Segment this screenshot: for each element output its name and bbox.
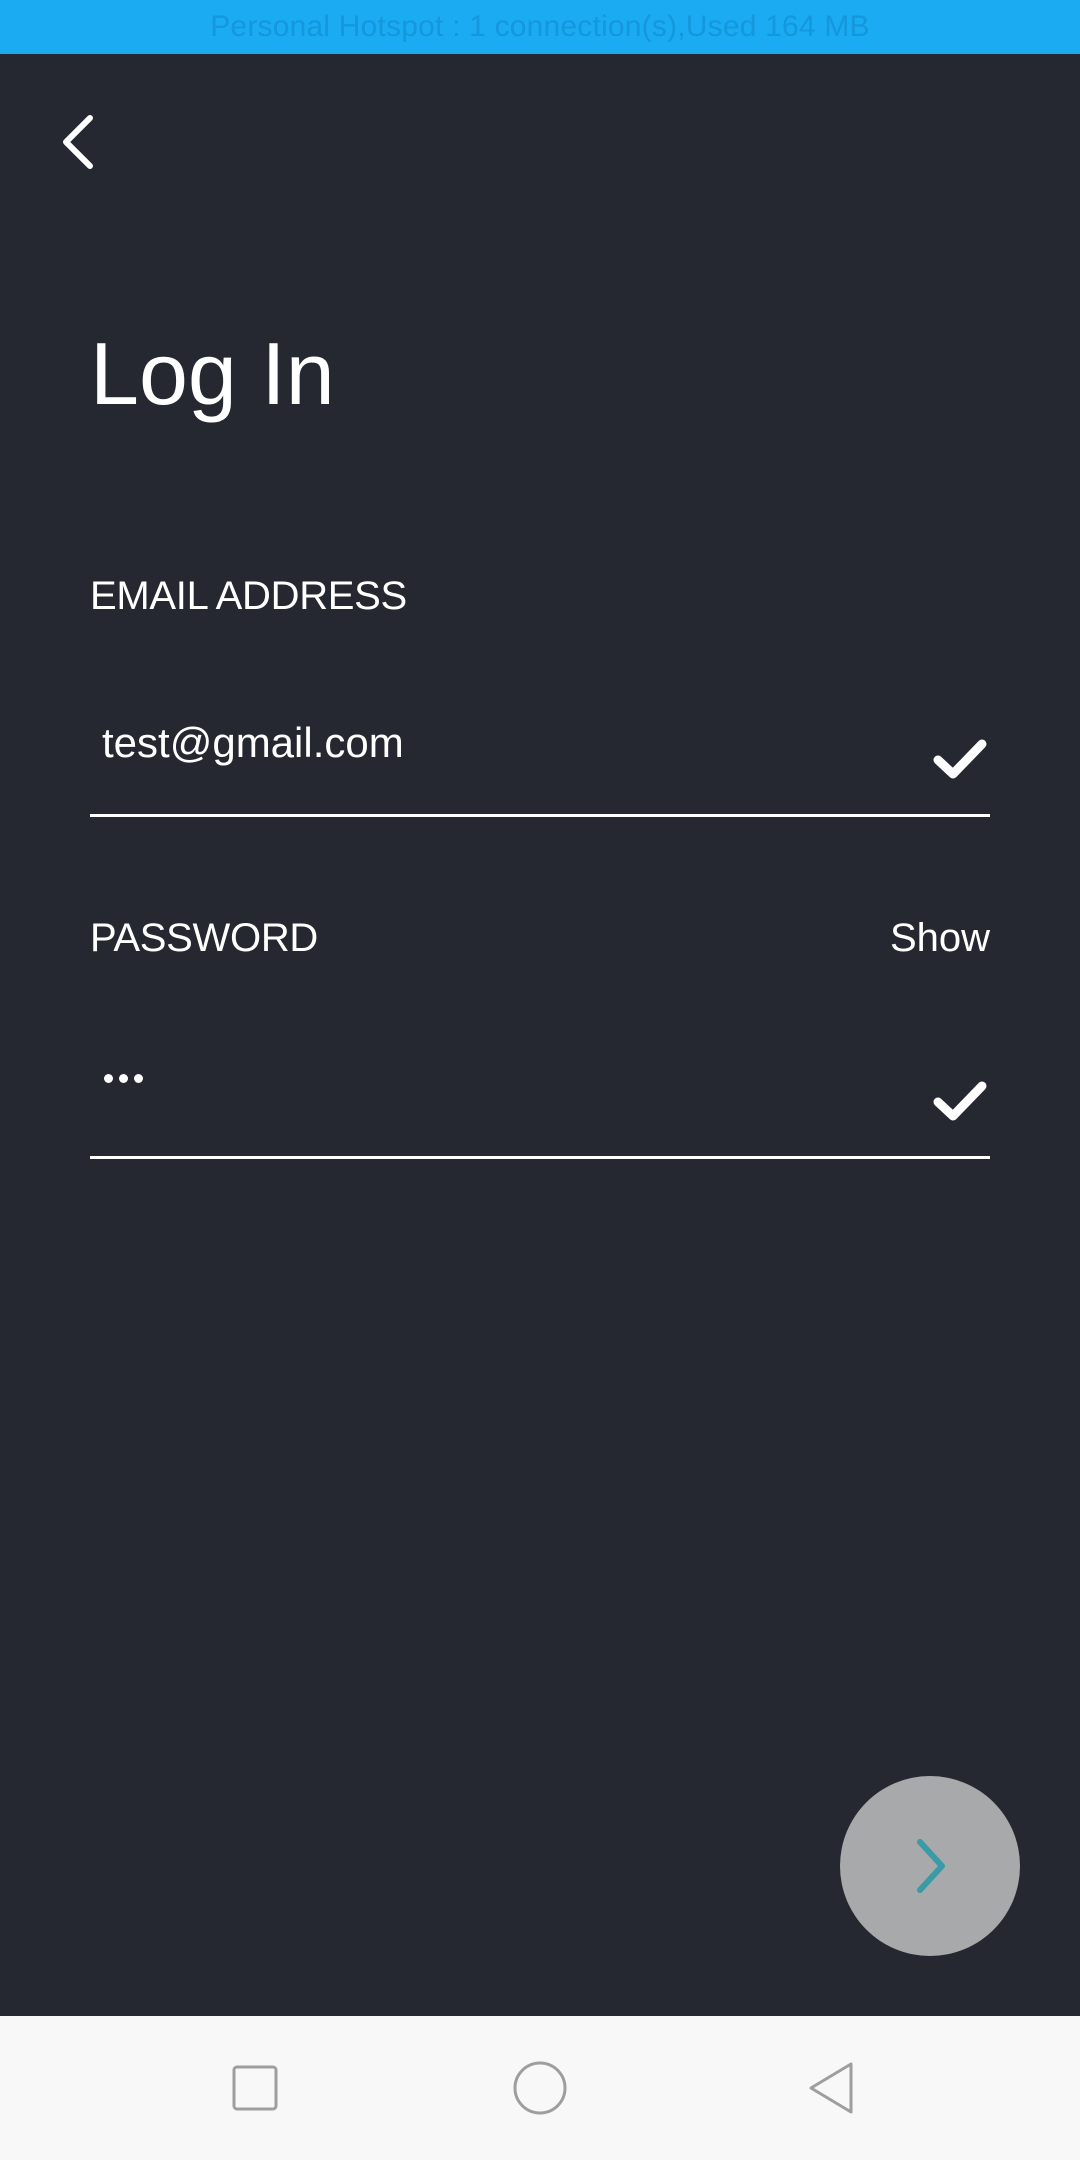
checkmark-icon	[933, 1081, 987, 1121]
password-dot	[134, 1074, 143, 1083]
home-button[interactable]	[504, 2052, 576, 2124]
recent-apps-icon	[232, 2065, 278, 2111]
email-field[interactable]: test@gmail.com	[90, 714, 990, 817]
chevron-left-icon	[63, 115, 93, 169]
login-screen: Personal Hotspot : 1 connection(s),Used …	[0, 0, 1080, 2160]
password-label: PASSWORD	[90, 916, 318, 960]
email-value[interactable]: test@gmail.com	[102, 719, 404, 766]
password-dot	[119, 1074, 128, 1083]
system-back-button[interactable]	[795, 2052, 867, 2124]
email-label: EMAIL ADDRESS	[90, 574, 407, 618]
hotspot-status-text: Personal Hotspot : 1 connection(s),Used …	[210, 10, 870, 43]
show-password-toggle[interactable]: Show	[890, 918, 990, 958]
back-triangle-icon	[809, 2062, 853, 2114]
next-button[interactable]	[840, 1776, 1020, 1956]
password-masked-value[interactable]	[104, 1074, 143, 1083]
password-field[interactable]	[90, 1056, 990, 1159]
status-bar: Personal Hotspot : 1 connection(s),Used …	[0, 0, 1080, 54]
back-button[interactable]	[44, 102, 112, 182]
system-navigation-bar	[0, 2016, 1080, 2160]
recent-apps-button[interactable]	[219, 2052, 291, 2124]
chevron-right-icon	[917, 1839, 945, 1893]
home-icon	[513, 2061, 567, 2115]
page-title: Log In	[90, 324, 335, 423]
checkmark-icon	[933, 739, 987, 779]
password-dot	[104, 1074, 113, 1083]
